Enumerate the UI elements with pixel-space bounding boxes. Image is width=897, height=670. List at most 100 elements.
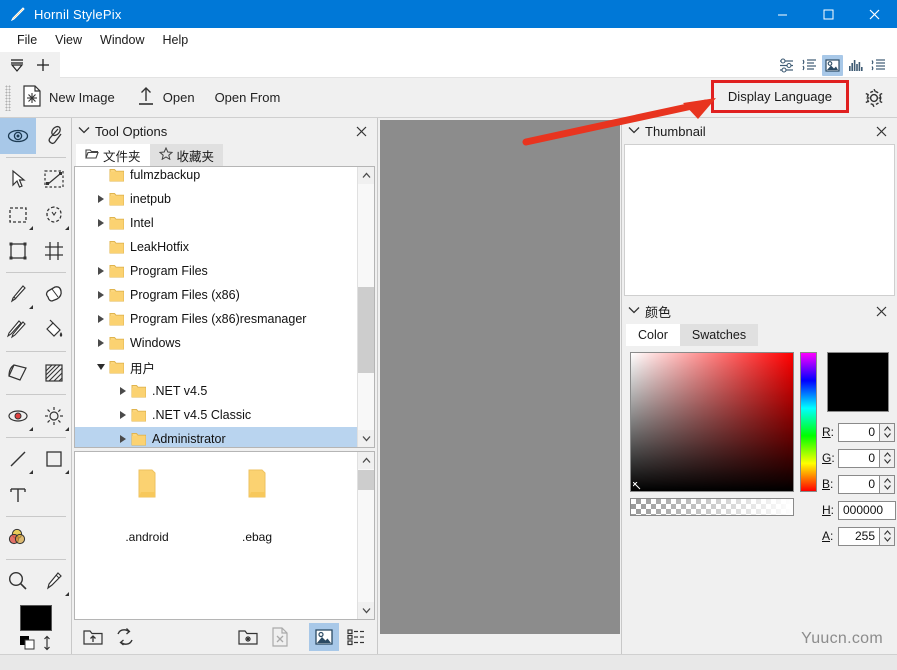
spinner-icon[interactable] (880, 422, 895, 442)
delete-file-icon[interactable] (265, 623, 295, 651)
menu-help[interactable]: Help (154, 31, 198, 49)
foreground-color-swatch[interactable] (19, 605, 52, 631)
expander-expanded-icon[interactable] (93, 364, 109, 370)
brush-tool[interactable] (0, 276, 36, 312)
scrollbar-thumb[interactable] (358, 470, 374, 490)
thumbnail-view-icon[interactable] (309, 623, 339, 651)
new-folder-icon[interactable] (233, 623, 263, 651)
thumbnail-preview-area[interactable] (624, 144, 895, 296)
rectangle-shape-tool[interactable] (36, 441, 72, 477)
tab-swatches[interactable]: Swatches (679, 324, 759, 346)
scrollbar-thumb[interactable] (358, 287, 374, 373)
eraser-tool[interactable] (36, 276, 72, 312)
tree-item[interactable]: inetpub (75, 187, 357, 211)
new-image-button[interactable]: New Image (11, 83, 125, 113)
expander-collapsed-icon[interactable] (115, 435, 131, 443)
histogram-toggle-icon[interactable] (845, 55, 866, 76)
scroll-up-icon[interactable] (358, 452, 374, 469)
tree-item[interactable]: Program Files (x86) (75, 283, 357, 307)
crop-tool[interactable] (0, 233, 36, 269)
properties-toggle-icon[interactable] (868, 55, 889, 76)
spinner-icon[interactable] (880, 448, 895, 468)
spinner-icon[interactable] (880, 474, 895, 494)
lasso-select-tool[interactable] (36, 197, 72, 233)
tree-item[interactable]: LeakHotfix (75, 235, 357, 259)
swap-colors-icon[interactable] (19, 635, 37, 654)
canvas-document[interactable] (380, 120, 620, 634)
tab-list-dropdown-icon[interactable] (4, 53, 30, 77)
pointer-select-tool[interactable] (0, 161, 36, 197)
expander-collapsed-icon[interactable] (93, 291, 109, 299)
menu-window[interactable]: Window (91, 31, 153, 49)
expander-collapsed-icon[interactable] (93, 195, 109, 203)
tree-item[interactable]: .NET v4.5 Classic (75, 403, 357, 427)
line-tool[interactable] (0, 441, 36, 477)
rectangle-marquee-tool[interactable] (0, 197, 36, 233)
color-field-h-input[interactable]: 000000 (838, 500, 896, 520)
tree-item[interactable]: Program Files (75, 259, 357, 283)
hue-slider[interactable] (800, 352, 817, 492)
brightness-tool[interactable] (36, 398, 72, 434)
tree-item[interactable]: Administrator (75, 427, 357, 447)
go-up-folder-icon[interactable] (78, 623, 108, 651)
attachment-clip-tool[interactable] (36, 118, 72, 154)
expander-collapsed-icon[interactable] (93, 339, 109, 347)
scroll-down-icon[interactable] (358, 602, 374, 619)
color-field-g-input[interactable]: 0 (838, 448, 880, 468)
close-button[interactable] (851, 0, 897, 28)
tree-item[interactable]: .NET v4.5 (75, 379, 357, 403)
tool-options-toggle-icon[interactable] (776, 55, 797, 76)
file-thumbnail-item[interactable]: .android (97, 466, 197, 544)
visibility-eye-tool[interactable] (0, 118, 36, 154)
canvas-area[interactable] (378, 118, 622, 654)
file-view-scrollbar[interactable] (357, 452, 374, 619)
chevron-down-icon[interactable] (78, 125, 90, 138)
settings-button[interactable] (859, 84, 889, 114)
color-field-r-input[interactable]: 0 (838, 422, 880, 442)
eyedropper-tool[interactable] (36, 563, 72, 599)
open-button[interactable]: Open (125, 83, 205, 113)
clone-stamp-tool[interactable] (0, 312, 36, 348)
folder-tree-scrollbar[interactable] (357, 167, 374, 447)
pattern-fill-tool[interactable] (36, 355, 72, 391)
display-language-button[interactable]: Display Language (710, 80, 849, 113)
close-icon[interactable] (871, 121, 891, 141)
transform-select-tool[interactable] (36, 161, 72, 197)
spinner-icon[interactable] (880, 526, 895, 546)
tab-favorites[interactable]: 收藏夹 (149, 144, 224, 166)
paint-bucket-tool[interactable] (36, 312, 72, 348)
scroll-up-icon[interactable] (358, 167, 374, 184)
thumbnail-toggle-icon[interactable] (822, 54, 843, 76)
list-view-icon[interactable] (341, 623, 371, 651)
gradient-tool[interactable] (0, 355, 36, 391)
tree-item[interactable]: 用户 (75, 355, 357, 379)
close-icon[interactable] (351, 121, 371, 141)
open-from-button[interactable]: Open From (205, 83, 291, 113)
expander-collapsed-icon[interactable] (93, 315, 109, 323)
tab-folders[interactable]: 文件夹 (76, 144, 150, 166)
scroll-down-icon[interactable] (358, 430, 374, 447)
tree-item[interactable]: Program Files (x86)resmanager (75, 307, 357, 331)
zoom-tool[interactable] (0, 563, 36, 599)
menu-file[interactable]: File (8, 31, 46, 49)
new-tab-icon[interactable] (30, 53, 56, 77)
text-tool[interactable] (0, 477, 36, 513)
menu-view[interactable]: View (46, 31, 91, 49)
minimize-button[interactable] (759, 0, 805, 28)
saturation-value-picker[interactable] (630, 352, 794, 492)
maximize-button[interactable] (805, 0, 851, 28)
expander-collapsed-icon[interactable] (93, 267, 109, 275)
tab-color[interactable]: Color (626, 324, 680, 346)
reset-colors-icon[interactable] (42, 635, 52, 654)
tree-item[interactable]: Intel (75, 211, 357, 235)
color-field-b-input[interactable]: 0 (838, 474, 880, 494)
file-thumbnail-item[interactable]: .ebag (207, 466, 307, 544)
layers-toggle-icon[interactable] (799, 55, 820, 76)
tree-item[interactable]: Windows (75, 331, 357, 355)
red-eye-tool[interactable] (0, 398, 36, 434)
chevron-down-icon[interactable] (628, 125, 640, 138)
refresh-icon[interactable] (110, 623, 140, 651)
chevron-down-icon[interactable] (628, 305, 640, 318)
alpha-slider[interactable] (630, 498, 794, 516)
color-blend-tool[interactable] (0, 520, 36, 556)
